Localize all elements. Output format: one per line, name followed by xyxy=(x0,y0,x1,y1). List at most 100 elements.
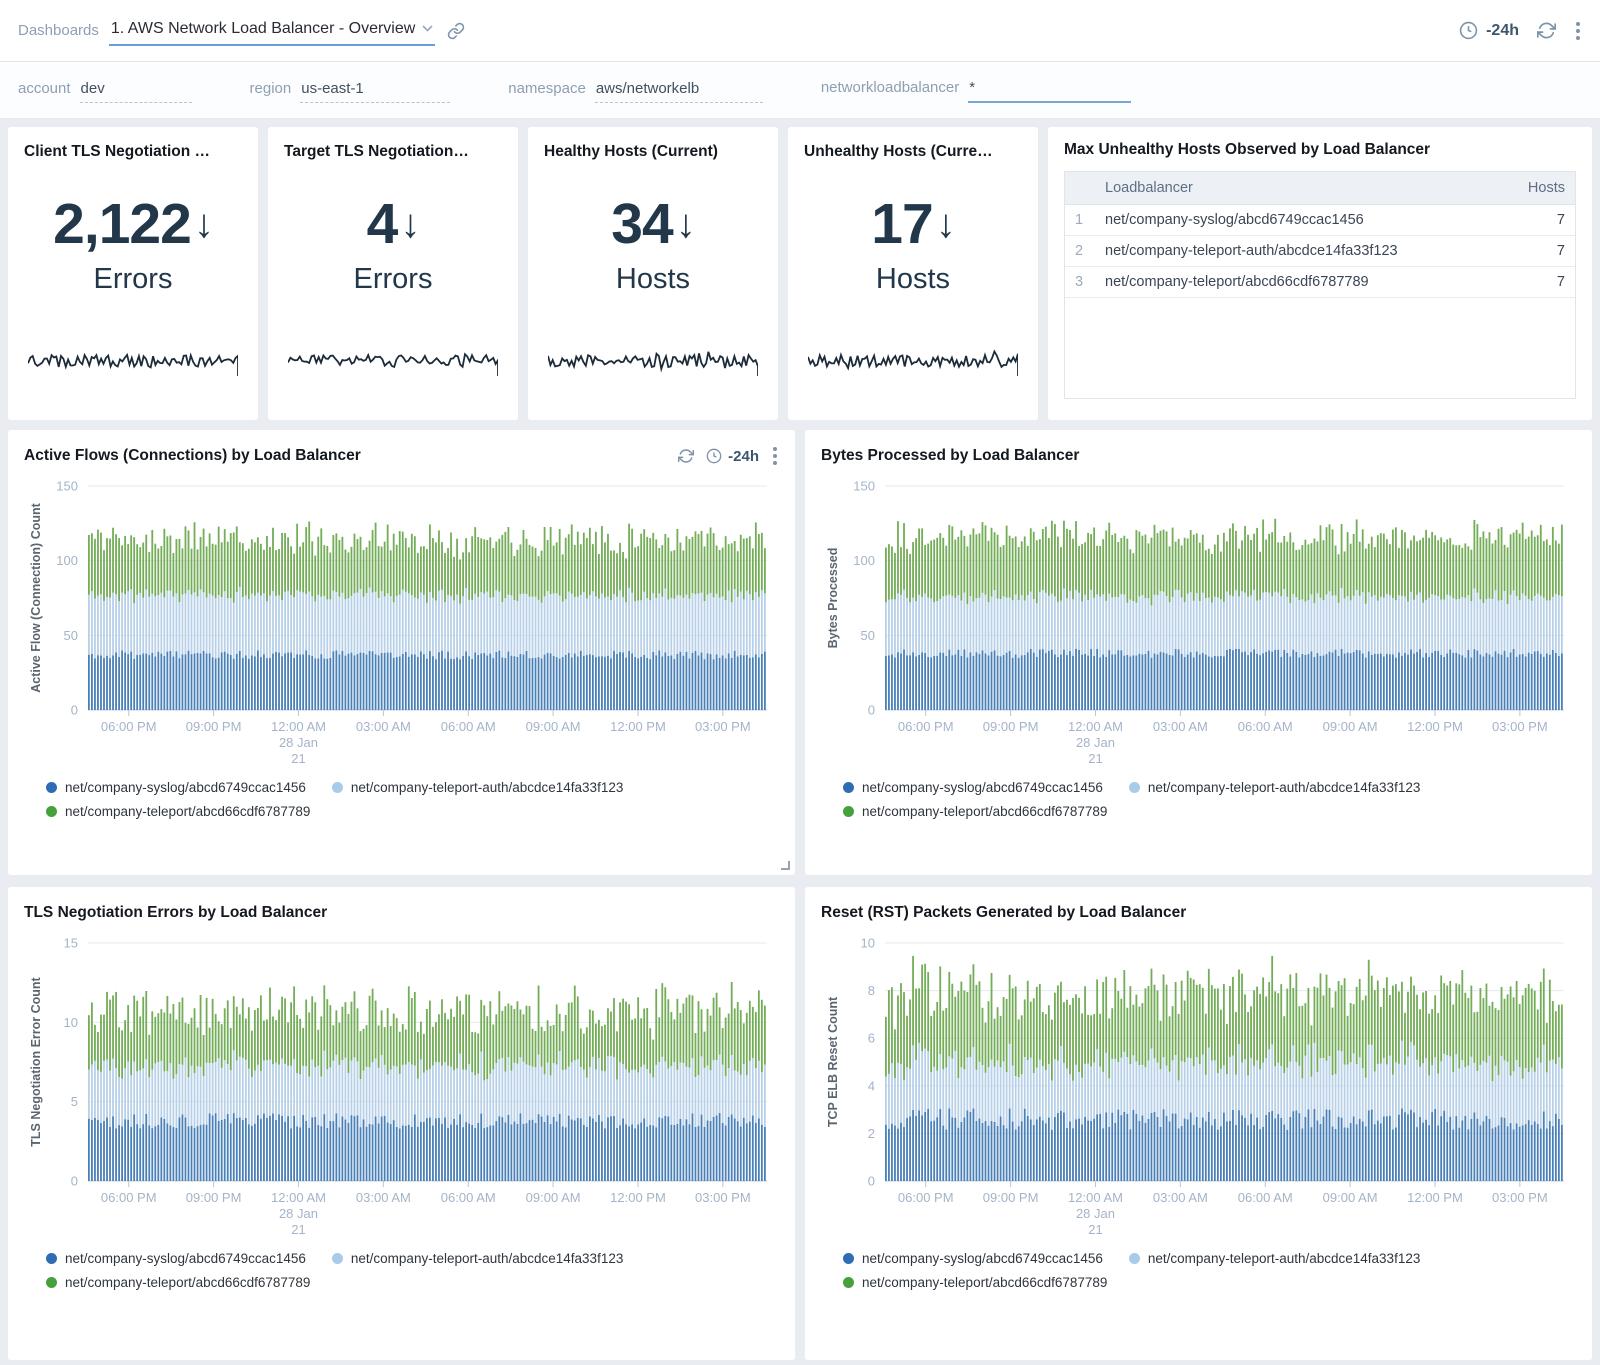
svg-text:03:00 AM: 03:00 AM xyxy=(1153,1190,1208,1205)
legend-label: net/company-teleport-auth/abcdce14fa33f1… xyxy=(1148,780,1420,795)
svg-text:28 Jan: 28 Jan xyxy=(1076,1206,1115,1221)
time-range-label[interactable]: -24h xyxy=(1486,22,1519,40)
svg-text:06:00 AM: 06:00 AM xyxy=(1238,1190,1293,1205)
trend-down-icon: ↓ xyxy=(936,202,955,247)
table-row[interactable]: 2 net/company-teleport-auth/abcdce14fa33… xyxy=(1065,236,1575,267)
svg-text:Bytes Processed: Bytes Processed xyxy=(826,548,840,649)
legend-item[interactable]: net/company-teleport-auth/abcdce14fa33f1… xyxy=(1129,780,1420,795)
legend-item[interactable]: net/company-teleport-auth/abcdce14fa33f1… xyxy=(332,780,623,795)
svg-text:03:00 AM: 03:00 AM xyxy=(1153,719,1208,734)
svg-text:06:00 PM: 06:00 PM xyxy=(898,719,954,734)
chart-legend: net/company-syslog/abcd6749ccac1456 net/c… xyxy=(843,780,1576,819)
legend-item[interactable]: net/company-teleport/abcd66cdf6787789 xyxy=(843,1275,1107,1290)
tls-errors-chart[interactable]: 05101506:00 PM09:00 PM12:00 AM28 Jan2103… xyxy=(24,929,779,1245)
svg-text:03:00 PM: 03:00 PM xyxy=(1492,1190,1548,1205)
legend-item[interactable]: net/company-syslog/abcd6749ccac1456 xyxy=(46,780,306,795)
svg-text:4: 4 xyxy=(868,1078,875,1093)
more-options-icon[interactable] xyxy=(1574,20,1582,42)
svg-text:6: 6 xyxy=(868,1031,875,1046)
stat-card-target-tls: Target TLS Negotiation… 4↓ Errors xyxy=(268,127,518,420)
legend-color-dot xyxy=(1129,1253,1140,1264)
svg-text:06:00 AM: 06:00 AM xyxy=(441,1190,496,1205)
legend-color-dot xyxy=(843,782,854,793)
svg-text:21: 21 xyxy=(291,1222,305,1237)
sparkline-chart xyxy=(28,338,238,384)
svg-text:150: 150 xyxy=(853,479,875,494)
filter-account: account dev xyxy=(18,78,192,103)
table-row[interactable]: 3 net/company-teleport/abcd66cdf6787789 … xyxy=(1065,267,1575,298)
hosts-value: 7 xyxy=(1501,267,1575,298)
svg-text:06:00 PM: 06:00 PM xyxy=(101,719,157,734)
refresh-icon[interactable] xyxy=(678,448,694,464)
legend-item[interactable]: net/company-teleport-auth/abcdce14fa33f1… xyxy=(332,1251,623,1266)
stat-value: 4↓ xyxy=(367,191,420,257)
loadbalancer-name: net/company-teleport/abcd66cdf6787789 xyxy=(1095,267,1501,298)
svg-text:100: 100 xyxy=(56,553,78,568)
hosts-value: 7 xyxy=(1501,205,1575,236)
time-clock-icon[interactable] xyxy=(706,448,722,464)
legend-item[interactable]: net/company-teleport/abcd66cdf6787789 xyxy=(46,1275,310,1290)
svg-text:06:00 AM: 06:00 AM xyxy=(1238,719,1293,734)
time-clock-icon[interactable] xyxy=(1459,21,1478,40)
svg-text:12:00 AM: 12:00 AM xyxy=(1068,1190,1123,1205)
svg-text:10: 10 xyxy=(861,936,875,951)
legend-color-dot xyxy=(46,1277,57,1288)
svg-text:03:00 AM: 03:00 AM xyxy=(356,1190,411,1205)
svg-text:100: 100 xyxy=(853,553,875,568)
panel-controls: -24h xyxy=(678,445,779,467)
dashboards-breadcrumb[interactable]: Dashboards xyxy=(18,22,99,39)
bytes-processed-panel: Bytes Processed by Load Balancer 0501001… xyxy=(805,430,1592,875)
stat-unit: Hosts xyxy=(876,263,950,296)
legend-item[interactable]: net/company-teleport/abcd66cdf6787789 xyxy=(46,804,310,819)
chart-legend: net/company-syslog/abcd6749ccac1456 net/c… xyxy=(843,1251,1576,1290)
filter-namespace: namespace aws/networkelb xyxy=(508,78,763,103)
active-flows-chart[interactable]: 05010015006:00 PM09:00 PM12:00 AM28 Jan2… xyxy=(24,472,779,774)
bytes-processed-chart[interactable]: 05010015006:00 PM09:00 PM12:00 AM28 Jan2… xyxy=(821,472,1576,774)
legend-color-dot xyxy=(843,806,854,817)
rst-packets-chart[interactable]: 024681006:00 PM09:00 PM12:00 AM28 Jan210… xyxy=(821,929,1576,1245)
legend-label: net/company-teleport/abcd66cdf6787789 xyxy=(65,1275,310,1290)
filter-networkloadbalancer: networkloadbalancer * xyxy=(821,77,1131,103)
dashboard-title-dropdown[interactable]: 1. AWS Network Load Balancer - Overview xyxy=(109,16,435,46)
filter-networkloadbalancer-value[interactable]: * xyxy=(968,77,1131,103)
svg-text:03:00 PM: 03:00 PM xyxy=(695,719,751,734)
column-loadbalancer[interactable]: Loadbalancer xyxy=(1095,172,1501,205)
column-hosts[interactable]: Hosts xyxy=(1501,172,1575,205)
svg-text:150: 150 xyxy=(56,479,78,494)
svg-text:12:00 PM: 12:00 PM xyxy=(610,719,666,734)
top-bar: Dashboards 1. AWS Network Load Balancer … xyxy=(0,0,1600,62)
share-link-icon[interactable] xyxy=(447,22,465,40)
legend-item[interactable]: net/company-syslog/abcd6749ccac1456 xyxy=(843,1251,1103,1266)
stat-value: 2,122↓ xyxy=(53,191,213,257)
svg-text:12:00 AM: 12:00 AM xyxy=(271,1190,326,1205)
legend-color-dot xyxy=(332,1253,343,1264)
svg-text:0: 0 xyxy=(71,1174,78,1189)
more-options-icon[interactable] xyxy=(771,445,779,467)
stat-card-unhealthy-hosts: Unhealthy Hosts (Curre… 17↓ Hosts xyxy=(788,127,1038,420)
table-row[interactable]: 1 net/company-syslog/abcd6749ccac1456 7 xyxy=(1065,205,1575,236)
svg-text:03:00 AM: 03:00 AM xyxy=(356,719,411,734)
svg-text:0: 0 xyxy=(868,703,875,718)
refresh-icon[interactable] xyxy=(1537,21,1556,40)
filter-namespace-value[interactable]: aws/networkelb xyxy=(595,78,763,103)
stat-value: 17↓ xyxy=(871,191,954,257)
svg-text:28 Jan: 28 Jan xyxy=(279,1206,318,1221)
filter-namespace-label: namespace xyxy=(508,80,586,97)
resize-handle[interactable] xyxy=(781,861,790,870)
svg-text:12:00 PM: 12:00 PM xyxy=(1407,1190,1463,1205)
legend-item[interactable]: net/company-syslog/abcd6749ccac1456 xyxy=(46,1251,306,1266)
filter-account-value[interactable]: dev xyxy=(80,78,192,103)
time-range-label[interactable]: -24h xyxy=(728,448,759,465)
svg-text:8: 8 xyxy=(868,983,875,998)
svg-text:12:00 AM: 12:00 AM xyxy=(271,719,326,734)
legend-item[interactable]: net/company-teleport/abcd66cdf6787789 xyxy=(843,804,1107,819)
filter-region-value[interactable]: us-east-1 xyxy=(300,78,450,103)
legend-label: net/company-teleport/abcd66cdf6787789 xyxy=(862,804,1107,819)
legend-item[interactable]: net/company-teleport-auth/abcdce14fa33f1… xyxy=(1129,1251,1420,1266)
svg-text:21: 21 xyxy=(291,751,305,766)
legend-label: net/company-syslog/abcd6749ccac1456 xyxy=(862,780,1103,795)
hosts-value: 7 xyxy=(1501,236,1575,267)
legend-color-dot xyxy=(1129,782,1140,793)
panel-title: Max Unhealthy Hosts Observed by Load Bal… xyxy=(1064,141,1576,159)
legend-item[interactable]: net/company-syslog/abcd6749ccac1456 xyxy=(843,780,1103,795)
